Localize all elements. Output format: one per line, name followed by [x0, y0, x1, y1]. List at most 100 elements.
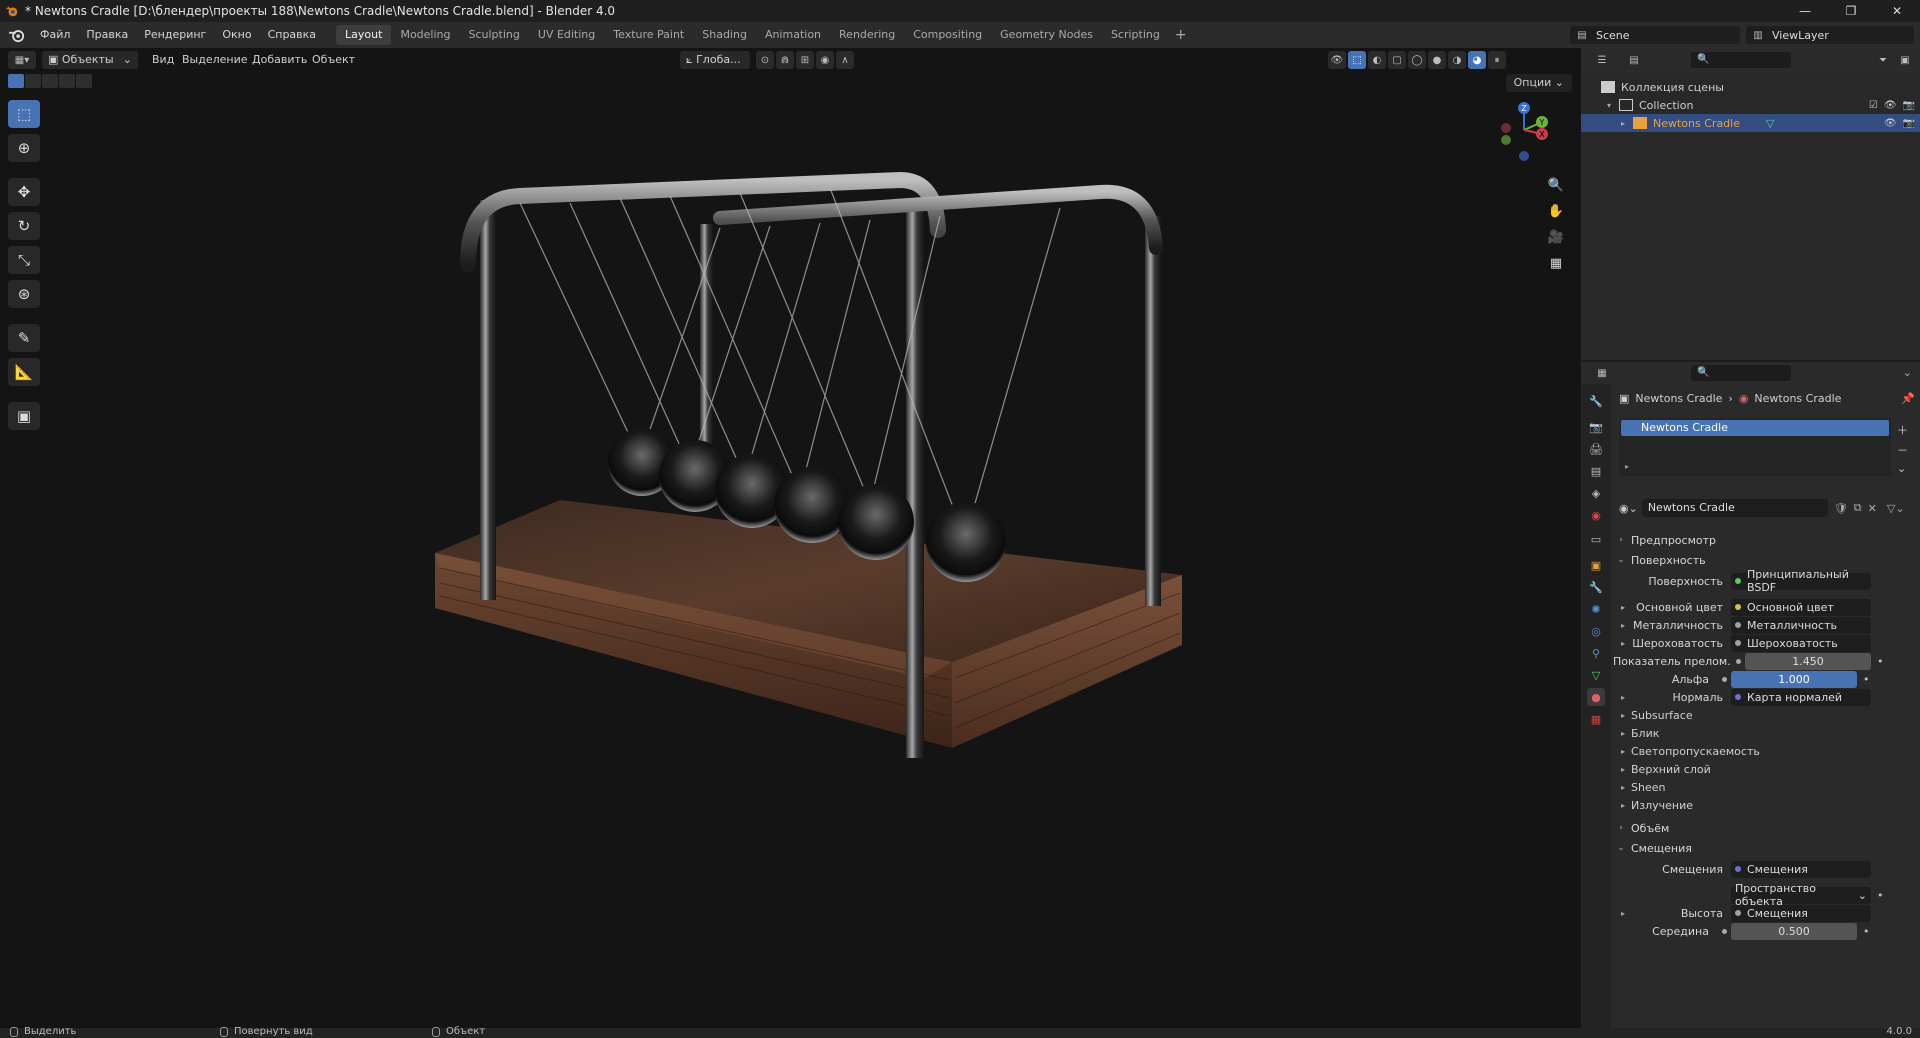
select-new-icon[interactable] — [8, 74, 24, 88]
expand-arrow-icon[interactable]: ▸ — [1621, 119, 1633, 128]
minimize-button[interactable]: — — [1782, 0, 1828, 22]
render-camera-icon[interactable]: 📷 — [1903, 118, 1915, 129]
menu-object[interactable]: Объект — [306, 51, 361, 69]
remove-slot-icon[interactable]: － — [1897, 442, 1908, 458]
expand-arrow-icon[interactable]: ▸ — [1625, 462, 1629, 471]
tab-compositing[interactable]: Compositing — [904, 25, 991, 45]
material-shading-icon[interactable]: ◑ — [1448, 51, 1466, 69]
panel-volume[interactable]: › Объём — [1615, 818, 1917, 838]
outliner-search-input[interactable]: 🔍 — [1691, 52, 1791, 68]
snap-icon[interactable]: ⋒ — [776, 51, 794, 69]
fake-user-icon[interactable]: 🛡 — [1834, 502, 1848, 515]
tab-shading[interactable]: Shading — [693, 25, 756, 45]
select-intersect-icon[interactable] — [76, 74, 92, 88]
falloff-icon[interactable]: ∧ — [836, 51, 854, 69]
space-dropdown[interactable]: Пространство объекта ⌄ — [1731, 882, 1871, 908]
output-tab-icon[interactable]: 🖨 — [1587, 440, 1605, 458]
object-tab-icon[interactable]: ▣ — [1587, 556, 1605, 574]
render-tab-icon[interactable]: 📷 — [1587, 418, 1605, 436]
tab-geometry-nodes[interactable]: Geometry Nodes — [991, 25, 1102, 45]
subpanel-specular[interactable]: ▸ Блик — [1611, 724, 1920, 742]
scene-tab-icon[interactable]: ◈ — [1587, 484, 1605, 502]
visibility-icon[interactable]: 👁 — [1328, 51, 1346, 69]
metallic-field[interactable]: Металличность — [1731, 616, 1871, 634]
3d-viewport[interactable]: ▦▾ ▣ Объекты ⌄ Вид Выделение Добавить Объ… — [0, 48, 1580, 1028]
measure-tool-icon[interactable]: 📐 — [8, 358, 40, 386]
subpanel-sheen[interactable]: ▸ Sheen — [1611, 778, 1920, 796]
menu-add[interactable]: Добавить — [246, 51, 313, 69]
maximize-button[interactable]: ❐ — [1828, 0, 1874, 22]
rotate-tool-icon[interactable]: ↻ — [8, 212, 40, 240]
outliner-row-newtons-cradle[interactable]: ▸ Newtons Cradle ▽ 👁 📷 — [1581, 114, 1920, 132]
snap-target-icon[interactable]: ⊞ — [796, 51, 814, 69]
constraints-tab-icon[interactable]: ⚲ — [1587, 644, 1605, 662]
ior-field[interactable]: 1.450 — [1745, 652, 1871, 670]
modifier-tab-icon[interactable]: 🔧 — [1587, 578, 1605, 596]
move-tool-icon[interactable]: ✥ — [8, 178, 40, 206]
chevron-down-icon[interactable]: ⌄ — [1903, 366, 1912, 379]
add-workspace-button[interactable]: + — [1169, 27, 1193, 43]
display-mode-icon[interactable]: ▤ — [1621, 51, 1647, 69]
new-collection-icon[interactable]: ▣ — [1896, 51, 1914, 69]
menu-window[interactable]: Окно — [214, 22, 259, 48]
base-color-field[interactable]: Основной цвет — [1731, 598, 1871, 616]
wireframe-shading-icon[interactable]: ◯ — [1408, 51, 1426, 69]
tab-modeling[interactable]: Modeling — [391, 25, 459, 45]
filter-icon[interactable]: ⏷ — [1874, 51, 1892, 69]
chevron-down-icon[interactable]: ⌄ — [1897, 462, 1908, 475]
tab-rendering[interactable]: Rendering — [830, 25, 904, 45]
material-slot-item[interactable]: Newtons Cradle — [1621, 420, 1889, 436]
menu-select[interactable]: Выделение — [176, 51, 254, 69]
properties-search-input[interactable]: 🔍 — [1691, 365, 1791, 381]
annotate-tool-icon[interactable]: ✎ — [8, 324, 40, 352]
keyframe-icon[interactable]: • — [1877, 889, 1884, 902]
expand-arrow-icon[interactable]: ▸ — [1621, 603, 1625, 612]
socket-icon[interactable] — [1717, 923, 1731, 940]
alpha-field[interactable]: 1.000 — [1731, 670, 1857, 688]
unlink-icon[interactable]: ✕ — [1868, 502, 1877, 515]
overlay-icon[interactable]: ◐ — [1368, 51, 1386, 69]
solid-shading-icon[interactable]: ● — [1428, 51, 1446, 69]
material-name-field[interactable]: Newtons Cradle — [1641, 499, 1828, 517]
subpanel-coat[interactable]: ▸ Верхний слой — [1611, 760, 1920, 778]
add-slot-icon[interactable]: ＋ — [1897, 422, 1908, 438]
grid-view-icon[interactable]: ▦ — [1546, 254, 1566, 272]
pause-icon[interactable]: ⏸ — [1488, 51, 1506, 69]
cursor-tool-icon[interactable]: ⊕ — [8, 134, 40, 162]
panel-displacement[interactable]: ⌄ Смещения — [1615, 838, 1917, 858]
options-dropdown[interactable]: Опции ⌄ — [1505, 74, 1572, 92]
tab-animation[interactable]: Animation — [756, 25, 830, 45]
pin-icon[interactable]: 📌 — [1901, 392, 1915, 405]
checkbox-icon[interactable]: ☑ — [1869, 100, 1878, 111]
keyframe-icon[interactable]: • — [1877, 655, 1884, 668]
outliner-row-collection[interactable]: ▾ Collection ☑ 👁 📷 — [1581, 96, 1920, 114]
roughness-field[interactable]: Шероховатость — [1731, 634, 1871, 652]
expand-arrow-icon[interactable]: ▸ — [1621, 621, 1625, 630]
material-tab-icon[interactable]: ● — [1587, 688, 1605, 706]
height-field[interactable]: Смещения — [1731, 904, 1871, 922]
close-button[interactable]: ✕ — [1874, 0, 1920, 22]
viewlayer-selector[interactable]: ▥ ViewLayer — [1746, 26, 1914, 44]
menu-edit[interactable]: Правка — [78, 22, 136, 48]
select-box-tool-icon[interactable]: ⬚ — [8, 100, 40, 128]
properties-editor-icon[interactable]: ▦ — [1589, 364, 1615, 382]
scale-tool-icon[interactable]: ⤡ — [8, 246, 40, 274]
navigation-gizmo[interactable]: Z Y X — [1498, 100, 1558, 164]
mode-selector[interactable]: ▣ Объекты ⌄ — [42, 51, 138, 69]
subpanel-subsurface[interactable]: ▸ Subsurface — [1611, 706, 1920, 724]
panel-preview[interactable]: › Предпросмотр — [1615, 530, 1917, 550]
collapse-arrow-icon[interactable]: ▾ — [1607, 101, 1619, 110]
view-layer-tab-icon[interactable]: ▤ — [1587, 462, 1605, 480]
gizmo-toggle-icon[interactable]: ⬚ — [1348, 51, 1366, 69]
outliner-editor-icon[interactable]: ☰ — [1589, 51, 1615, 69]
mesh-data-tab-icon[interactable]: ▽ — [1587, 666, 1605, 684]
displacement-field[interactable]: Смещения — [1731, 860, 1871, 878]
particles-tab-icon[interactable]: ✺ — [1587, 600, 1605, 618]
material-browse-icon[interactable]: ◉⌄ — [1619, 502, 1638, 515]
select-extend-icon[interactable] — [25, 74, 41, 88]
socket-icon[interactable] — [1731, 653, 1745, 670]
menu-file[interactable]: Файл — [32, 22, 78, 48]
texture-tab-icon[interactable]: ▦ — [1587, 710, 1605, 728]
transform-orientation[interactable]: ⟀ Глоба... — [680, 51, 750, 69]
keyframe-icon[interactable]: • — [1863, 925, 1870, 938]
